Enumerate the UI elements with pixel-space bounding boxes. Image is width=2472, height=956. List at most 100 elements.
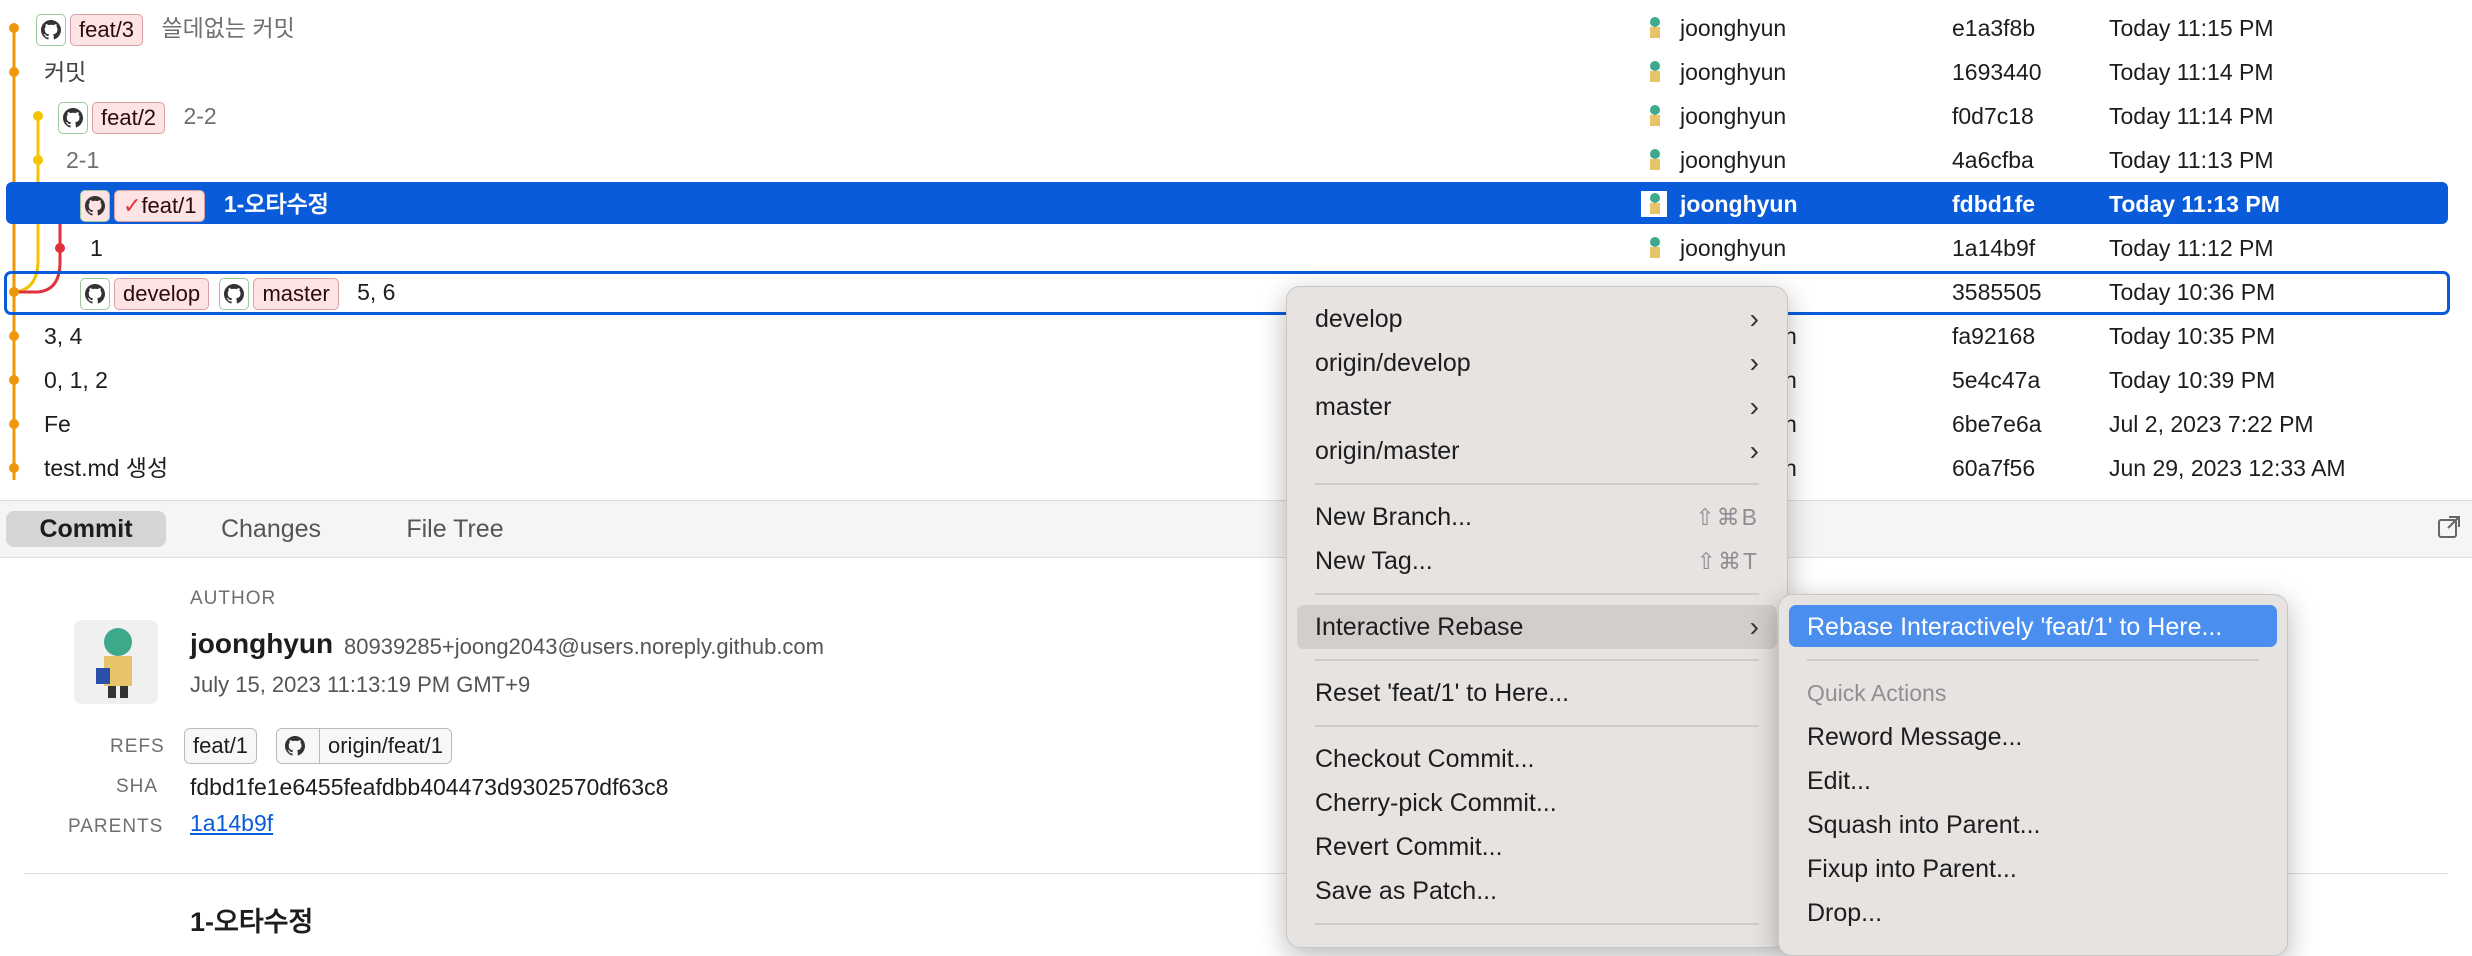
branch-ref-master[interactable]: master	[253, 277, 339, 310]
commit-message-title: 1-오타수정	[190, 907, 314, 937]
commit-sha: fa92168	[1952, 323, 2036, 349]
menu-item-cherry-pick[interactable]: Cherry-pick Commit...	[1287, 781, 1787, 825]
commit-message: 2-2	[183, 103, 217, 129]
detail-tab-bar: Commit Changes File Tree	[0, 500, 2472, 558]
popout-icon[interactable]	[2436, 514, 2462, 540]
menu-item-origin-master[interactable]: origin/master ›	[1287, 429, 1787, 473]
menu-item-save-patch[interactable]: Save as Patch...	[1287, 869, 1787, 913]
menu-item-interactive-rebase[interactable]: Interactive Rebase ›	[1297, 605, 1777, 649]
commit-message: 3, 4	[44, 323, 83, 349]
author-avatar-icon	[1641, 103, 1667, 129]
commit-row[interactable]: 0, 1, 2 n 5e4c47a Today 10:39 PM	[0, 358, 2472, 402]
chevron-right-icon: ›	[1749, 435, 1759, 466]
author-avatar-icon	[1641, 59, 1667, 85]
branch-ref-feat-1[interactable]: ✓feat/1	[114, 189, 206, 222]
submenu-item-rebase-here[interactable]: Rebase Interactively 'feat/1' to Here...	[1807, 605, 2222, 649]
chevron-right-icon: ›	[1749, 347, 1759, 378]
commit-row[interactable]: 3, 4 n fa92168 Today 10:35 PM	[0, 314, 2472, 358]
submenu-item-reword[interactable]: Reword Message...	[1807, 715, 2022, 759]
commit-row[interactable]: 2-1 joonghyun 4a6cfba Today 11:13 PM	[0, 138, 2472, 182]
menu-item-revert[interactable]: Revert Commit...	[1287, 825, 1787, 869]
commit-date: Today 11:13 PM	[2109, 147, 2274, 173]
commit-date: Jul 2, 2023 7:22 PM	[2109, 411, 2314, 437]
commit-message: 5, 6	[357, 279, 396, 305]
author-avatar-icon	[1641, 191, 1667, 217]
menu-item-origin-develop[interactable]: origin/develop ›	[1287, 341, 1787, 385]
commit-message: 0, 1, 2	[44, 367, 108, 393]
commit-sha: 5e4c47a	[1952, 367, 2041, 393]
commit-date: Today 10:36 PM	[2109, 279, 2276, 305]
parent-sha-link[interactable]: 1a14b9f	[190, 810, 273, 837]
commit-message: 쓸데없는 커밋	[161, 15, 295, 41]
menu-separator	[1315, 483, 1759, 485]
author-name: joonghyun	[190, 628, 334, 659]
commit-row-selected[interactable]: ✓feat/1 1-오타수정 joonghyun fdbd1fe Today 1…	[0, 182, 2472, 226]
commit-author: joonghyun	[1680, 191, 1798, 217]
commit-sha: fdbd1fe	[1952, 191, 2036, 217]
menu-item-new-branch[interactable]: New Branch... ⇧⌘B	[1287, 495, 1787, 539]
ref-chip-local[interactable]: feat/1	[184, 728, 258, 764]
chevron-right-icon: ›	[1749, 391, 1759, 422]
commit-date: Today 10:35 PM	[2109, 323, 2276, 349]
commit-sha: 1a14b9f	[1952, 235, 2036, 261]
tab-commit[interactable]: Commit	[6, 511, 166, 547]
chevron-right-icon: ›	[1749, 611, 1759, 642]
tab-file-tree[interactable]: File Tree	[380, 511, 530, 547]
menu-item-checkout[interactable]: Checkout Commit...	[1287, 737, 1787, 781]
submenu-item-fixup[interactable]: Fixup into Parent...	[1807, 847, 2017, 891]
commit-sha: 60a7f56	[1952, 455, 2036, 481]
author-avatar-icon	[1641, 147, 1667, 173]
menu-separator	[1315, 593, 1759, 595]
commit-date: Jun 29, 2023 12:33 AM	[2109, 455, 2346, 481]
commit-date: Today 10:39 PM	[2109, 367, 2276, 393]
full-sha[interactable]: fdbd1fe1e6455feafdbb404473d9302570df63c8	[190, 774, 668, 801]
checkmark-icon: ✓	[123, 192, 142, 218]
commit-row[interactable]: feat/2 2-2 joonghyun f0d7c18 Today 11:14…	[0, 94, 2472, 138]
ref-chip-remote[interactable]: origin/feat/1	[276, 728, 452, 764]
commit-sha: e1a3f8b	[1952, 15, 2036, 41]
commit-message: 1	[90, 235, 103, 261]
commit-row[interactable]: Fe n 6be7e6a Jul 2, 2023 7:22 PM	[0, 402, 2472, 446]
shortcut-label: ⇧⌘T	[1696, 548, 1759, 574]
author-avatar-icon	[1641, 15, 1667, 41]
commit-sha: 1693440	[1952, 59, 2042, 85]
commit-row[interactable]: 커밋 joonghyun 1693440 Today 11:14 PM	[0, 50, 2472, 94]
commit-date: Today 11:14 PM	[2109, 103, 2274, 129]
submenu-item-drop[interactable]: Drop...	[1807, 891, 1882, 935]
commit-row[interactable]: test.md 생성 n 60a7f56 Jun 29, 2023 12:33 …	[0, 446, 2472, 490]
commit-message: 2-1	[66, 147, 100, 173]
branch-ref-feat-3[interactable]: feat/3	[70, 13, 144, 46]
github-icon	[219, 277, 250, 310]
tab-changes[interactable]: Changes	[196, 511, 346, 547]
menu-item-develop[interactable]: develop ›	[1287, 297, 1787, 341]
commit-author: joonghyun	[1680, 15, 1787, 41]
commit-author: joonghyun	[1680, 103, 1787, 129]
commit-author: joonghyun	[1680, 235, 1787, 261]
chevron-right-icon: ›	[1749, 303, 1759, 334]
github-icon	[285, 736, 305, 756]
parents-label: PARENTS	[68, 816, 164, 837]
branch-ref-develop[interactable]: develop	[114, 277, 210, 310]
commit-row[interactable]: feat/3 쓸데없는 커밋 joonghyun e1a3f8b Today 1…	[0, 6, 2472, 50]
commit-row[interactable]: 1 joonghyun 1a14b9f Today 11:12 PM	[0, 226, 2472, 270]
context-menu: develop › origin/develop › master › origin/…	[1286, 286, 1788, 948]
menu-item-master[interactable]: master ›	[1287, 385, 1787, 429]
commit-date: Today 11:15 PM	[2109, 15, 2274, 41]
menu-separator	[1807, 659, 2259, 661]
submenu-item-squash[interactable]: Squash into Parent...	[1807, 803, 2040, 847]
commit-message: Fe	[44, 411, 71, 437]
submenu-item-edit[interactable]: Edit...	[1807, 759, 1871, 803]
author-avatar	[74, 620, 158, 704]
author-email[interactable]: 80939285+joong2043@users.noreply.github.…	[344, 634, 824, 660]
commit-author: joonghyun	[1680, 59, 1787, 85]
author-date: July 15, 2023 11:13:19 PM GMT+9	[190, 672, 531, 697]
github-icon	[58, 101, 88, 134]
menu-item-new-tag[interactable]: New Tag... ⇧⌘T	[1287, 539, 1787, 583]
interactive-rebase-submenu: Rebase Interactively 'feat/1' to Here...…	[1778, 594, 2288, 956]
branch-ref-feat-2[interactable]: feat/2	[92, 101, 166, 134]
menu-item-reset[interactable]: Reset 'feat/1' to Here...	[1287, 671, 1787, 715]
commit-date: Today 11:13 PM	[2109, 191, 2280, 217]
sha-label: SHA	[116, 776, 159, 797]
commit-message: 커밋	[44, 59, 87, 85]
commit-row[interactable]: develop master 5, 6 3585505 Today 10:36 …	[0, 270, 2472, 314]
